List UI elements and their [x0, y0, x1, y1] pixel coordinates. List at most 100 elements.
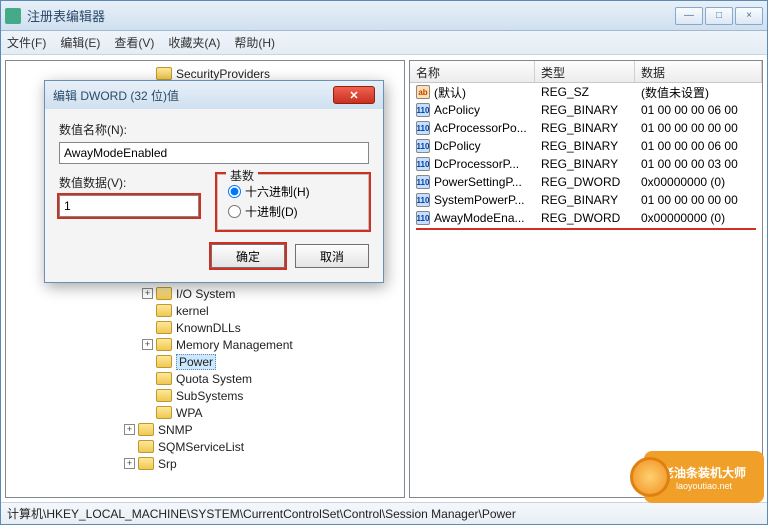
- tree-label: SecurityProviders: [176, 67, 270, 81]
- tree-item[interactable]: + Srp: [6, 455, 404, 472]
- value-name: AcProcessorPo...: [434, 121, 527, 135]
- tree-label: Srp: [158, 457, 177, 471]
- value-data: 0x00000000 (0): [635, 211, 762, 225]
- folder-icon: [156, 372, 172, 385]
- expand-toggle: [124, 441, 135, 452]
- value-data-label: 数值数据(V):: [59, 174, 199, 191]
- binary-value-icon: 110: [416, 121, 430, 135]
- tree-label: SQMServiceList: [158, 440, 244, 454]
- value-row[interactable]: 110DcProcessorP...REG_BINARY01 00 00 00 …: [410, 155, 762, 173]
- value-name: (默认): [434, 84, 466, 101]
- expand-toggle: [142, 356, 153, 367]
- value-type: REG_BINARY: [535, 139, 635, 153]
- folder-icon: [138, 423, 154, 436]
- value-row[interactable]: 110PowerSettingP...REG_DWORD0x00000000 (…: [410, 173, 762, 191]
- expand-toggle: [142, 305, 153, 316]
- values-pane[interactable]: 名称 类型 数据 ab(默认)REG_SZ(数值未设置)110AcPolicyR…: [409, 60, 763, 498]
- col-type[interactable]: 类型: [535, 61, 635, 82]
- menu-view[interactable]: 查看(V): [114, 34, 154, 51]
- expand-toggle: [142, 322, 153, 333]
- dialog-title: 编辑 DWORD (32 位)值: [53, 87, 333, 104]
- menu-help[interactable]: 帮助(H): [234, 34, 275, 51]
- folder-icon: [156, 67, 172, 80]
- col-name[interactable]: 名称: [410, 61, 535, 82]
- radio-dec-label: 十进制(D): [245, 203, 298, 220]
- binary-value-icon: 110: [416, 211, 430, 225]
- edit-dword-dialog: 编辑 DWORD (32 位)值 ✕ 数值名称(N): 数值数据(V): 基数 …: [44, 80, 384, 283]
- expand-toggle[interactable]: +: [124, 424, 135, 435]
- tree-item[interactable]: Quota System: [6, 370, 404, 387]
- radio-dec[interactable]: [228, 205, 241, 218]
- folder-icon: [156, 287, 172, 300]
- minimize-button[interactable]: —: [675, 7, 703, 25]
- tree-label: KnownDLLs: [176, 321, 241, 335]
- value-row[interactable]: 110AcPolicyREG_BINARY01 00 00 00 06 00: [410, 101, 762, 119]
- tree-item[interactable]: SubSystems: [6, 387, 404, 404]
- tree-item[interactable]: +Memory Management: [6, 336, 404, 353]
- expand-toggle[interactable]: +: [124, 458, 135, 469]
- menu-favorites[interactable]: 收藏夹(A): [168, 34, 220, 51]
- value-row[interactable]: 110AcProcessorPo...REG_BINARY01 00 00 00…: [410, 119, 762, 137]
- binary-value-icon: 110: [416, 157, 430, 171]
- value-type: REG_DWORD: [535, 175, 635, 189]
- highlight-underline: [416, 228, 756, 230]
- value-type: REG_BINARY: [535, 157, 635, 171]
- tree-item[interactable]: kernel: [6, 302, 404, 319]
- value-name: AcPolicy: [434, 103, 480, 117]
- dialog-close-button[interactable]: ✕: [333, 86, 375, 104]
- tree-label: kernel: [176, 304, 209, 318]
- menubar: 文件(F) 编辑(E) 查看(V) 收藏夹(A) 帮助(H): [1, 31, 767, 55]
- binary-value-icon: 110: [416, 139, 430, 153]
- tree-item[interactable]: WPA: [6, 404, 404, 421]
- value-type: REG_BINARY: [535, 193, 635, 207]
- expand-toggle[interactable]: +: [142, 339, 153, 350]
- value-data: 01 00 00 00 06 00: [635, 139, 762, 153]
- col-data[interactable]: 数据: [635, 61, 762, 82]
- app-icon: [5, 8, 21, 24]
- value-data-field[interactable]: [59, 195, 199, 217]
- folder-icon: [156, 304, 172, 317]
- value-row[interactable]: 110 AwayModeEna... REG_DWORD0x00000000 (0): [410, 209, 762, 227]
- radio-hex[interactable]: [228, 185, 241, 198]
- folder-icon: [156, 406, 172, 419]
- string-value-icon: ab: [416, 85, 430, 99]
- value-name-field: [59, 142, 369, 164]
- titlebar: 注册表编辑器 — □ ×: [1, 1, 767, 31]
- tree-item[interactable]: + I/O System: [6, 285, 404, 302]
- tree-label: I/O System: [176, 287, 235, 301]
- window-title: 注册表编辑器: [27, 6, 675, 25]
- base-fieldset: 基数 十六进制(H) 十进制(D): [217, 174, 369, 230]
- expand-toggle: [142, 390, 153, 401]
- folder-icon: [156, 321, 172, 334]
- value-row[interactable]: 110DcPolicyREG_BINARY01 00 00 00 06 00: [410, 137, 762, 155]
- value-type: REG_DWORD: [535, 211, 635, 225]
- value-row[interactable]: ab(默认)REG_SZ(数值未设置): [410, 83, 762, 101]
- tree-label: SNMP: [158, 423, 193, 437]
- close-button[interactable]: ×: [735, 7, 763, 25]
- value-row[interactable]: 110SystemPowerP...REG_BINARY01 00 00 00 …: [410, 191, 762, 209]
- value-data: 01 00 00 00 03 00: [635, 157, 762, 171]
- folder-icon: [156, 338, 172, 351]
- tree-label: WPA: [176, 406, 202, 420]
- menu-file[interactable]: 文件(F): [7, 34, 46, 51]
- cancel-button[interactable]: 取消: [295, 244, 369, 268]
- tree-item[interactable]: SQMServiceList: [6, 438, 404, 455]
- ok-button[interactable]: 确定: [211, 244, 285, 268]
- value-name-label: 数值名称(N):: [59, 121, 369, 138]
- expand-toggle[interactable]: +: [142, 288, 153, 299]
- base-legend: 基数: [226, 167, 258, 184]
- folder-icon: [138, 457, 154, 470]
- expand-toggle: [142, 373, 153, 384]
- tree-item[interactable]: + SNMP: [6, 421, 404, 438]
- value-data: (数值未设置): [635, 84, 762, 101]
- value-data: 01 00 00 00 06 00: [635, 103, 762, 117]
- folder-icon: [138, 440, 154, 453]
- maximize-button[interactable]: □: [705, 7, 733, 25]
- tree-item[interactable]: KnownDLLs: [6, 319, 404, 336]
- tree-item[interactable]: Power: [6, 353, 404, 370]
- menu-edit[interactable]: 编辑(E): [60, 34, 100, 51]
- value-name: AwayModeEna...: [434, 211, 525, 225]
- folder-icon: [156, 389, 172, 402]
- statusbar: 计算机\HKEY_LOCAL_MACHINE\SYSTEM\CurrentCon…: [1, 502, 767, 524]
- value-type: REG_BINARY: [535, 121, 635, 135]
